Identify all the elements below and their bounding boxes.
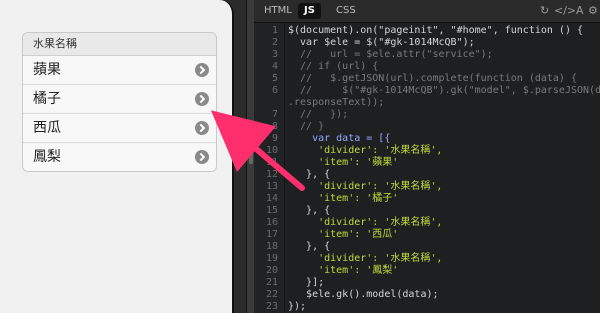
code-line: 11 'item': '蘋果': [254, 157, 600, 169]
line-text: }, {: [288, 205, 331, 216]
line-text: }, {: [288, 241, 331, 252]
list-item-4[interactable]: 鳳梨: [23, 143, 216, 171]
line-text: 'divider': '水果名稱',: [288, 145, 443, 156]
line-number: 12: [265, 169, 278, 180]
line-text: // url = $ele.attr("service");: [288, 49, 493, 60]
line-number: 19: [265, 253, 278, 264]
line-number: 23: [265, 301, 278, 312]
line-text: 'divider': '水果名稱',: [288, 181, 443, 192]
line-text: }, {: [288, 169, 331, 180]
line-text: }];: [288, 277, 325, 288]
line-text: // }: [288, 121, 325, 132]
list-item-label: 橘子: [33, 91, 61, 107]
code-line: 9 var data = [{: [254, 133, 600, 145]
chevron-right-icon: [195, 92, 209, 106]
list-item-label: 鳳梨: [33, 149, 61, 165]
line-number: 18: [265, 241, 278, 252]
code-line: 16 'divider': '水果名稱',: [254, 217, 600, 229]
chevron-right-icon: [195, 150, 209, 164]
code-line: 18 }, {: [254, 241, 600, 253]
code-line: 5 // $.getJSON(url).complete(function (d…: [254, 73, 600, 85]
list-item-3[interactable]: 西瓜: [23, 114, 216, 143]
chevron-right-icon: [195, 121, 209, 135]
line-number: 21: [265, 277, 278, 288]
line-number: 9: [271, 133, 278, 144]
code-line: 22 $ele.gk().model(data);: [254, 289, 600, 301]
line-number: 22: [265, 289, 278, 300]
js-editor[interactable]: 1 $(document).on("pageinit", "#home", fun…: [254, 23, 600, 313]
line-number: 4: [271, 61, 278, 72]
line-text: 'item': '西瓜': [288, 229, 399, 240]
line-number: 2: [271, 37, 278, 48]
code-line: 4 // if (url) {: [254, 61, 600, 73]
tab-html[interactable]: HTML: [258, 3, 298, 19]
line-text: .responseText));: [288, 97, 385, 108]
editor-toolbar: HTML JS CSS ↻ </> A ⚙: [254, 0, 600, 23]
code-line: 13 'divider': '水果名稱',: [254, 181, 600, 193]
refresh-icon[interactable]: ↻: [540, 4, 549, 17]
line-number: 6: [271, 85, 278, 96]
line-number: 7: [271, 109, 278, 120]
line-number: 8: [271, 121, 278, 132]
list-item-2[interactable]: 橘子: [23, 85, 216, 114]
line-number: 14: [265, 193, 278, 204]
code-line: 1 $(document).on("pageinit", "#home", fun…: [254, 25, 600, 37]
settings-icon[interactable]: ⚙: [588, 4, 598, 17]
preview-pane: 水果名稱 蘋果 橘子 西瓜 鳳梨: [0, 0, 246, 313]
line-text: $(document).on("pageinit", "#home", func…: [288, 25, 584, 36]
text-icon[interactable]: A: [576, 4, 584, 17]
code-line: 14 'item': '橘子': [254, 193, 600, 205]
line-text: 'divider': '水果名稱',: [288, 253, 443, 264]
code-icon[interactable]: </>: [554, 4, 576, 17]
line-text: 'item': '鳳梨': [288, 265, 399, 276]
code-line: 20 'item': '鳳梨': [254, 265, 600, 277]
line-number: 13: [265, 181, 278, 192]
line-text: });: [288, 301, 307, 312]
line-number: 17: [265, 229, 278, 240]
code-line: 10 'divider': '水果名稱',: [254, 145, 600, 157]
code-line: 12 }, {: [254, 169, 600, 181]
list-item-label: 西瓜: [33, 120, 61, 136]
code-line: 19 'divider': '水果名稱',: [254, 253, 600, 265]
line-number: 1: [271, 25, 278, 36]
line-number: 10: [265, 145, 278, 156]
line-text: $ele.gk().model(data);: [288, 289, 439, 300]
code-line: 15 }, {: [254, 205, 600, 217]
tab-js[interactable]: JS: [298, 3, 321, 19]
code-line: 17 'item': '西瓜': [254, 229, 600, 241]
line-text: // $.getJSON(url).complete(function (dat…: [288, 73, 577, 84]
list-item-label: 蘋果: [33, 62, 61, 78]
line-number: 11: [265, 157, 278, 168]
code-line: 23});: [254, 301, 600, 313]
fruit-list: 水果名稱 蘋果 橘子 西瓜 鳳梨: [22, 32, 217, 172]
list-divider: 水果名稱: [23, 33, 216, 56]
list-item-1[interactable]: 蘋果: [23, 56, 216, 85]
drag-handle-icon[interactable]: [249, 150, 253, 164]
line-number: 3: [271, 49, 278, 60]
code-line: 6 // $("#gk-1014McQB").gk("model", $.par…: [254, 85, 600, 97]
line-text: var data = [{: [288, 133, 391, 144]
chevron-right-icon: [195, 63, 209, 77]
code-line: 2 var $ele = $("#gk-1014McQB");: [254, 37, 600, 49]
code-line: 8 // }: [254, 121, 600, 133]
line-number: 20: [265, 265, 278, 276]
line-number: 16: [265, 217, 278, 228]
line-text: 'item': '蘋果': [288, 157, 399, 168]
line-text: // $("#gk-1014McQB").gk("model", $.parse…: [288, 85, 600, 96]
line-text: var $ele = $("#gk-1014McQB");: [288, 37, 475, 48]
mobile-preview: 水果名稱 蘋果 橘子 西瓜 鳳梨: [0, 0, 234, 313]
code-line: 3 // url = $ele.attr("service");: [254, 49, 600, 61]
tab-css[interactable]: CSS: [330, 3, 362, 19]
line-text: 'item': '橘子': [288, 193, 399, 204]
code-line: 21 }];: [254, 277, 600, 289]
line-number: 15: [265, 205, 278, 216]
line-text: 'divider': '水果名稱',: [288, 217, 443, 228]
code-line: 7 // });: [254, 109, 600, 121]
code-line: .responseText));: [254, 97, 600, 109]
line-text: // });: [288, 109, 349, 120]
line-number: 5: [271, 73, 278, 84]
line-text: // if (url) {: [288, 61, 379, 72]
